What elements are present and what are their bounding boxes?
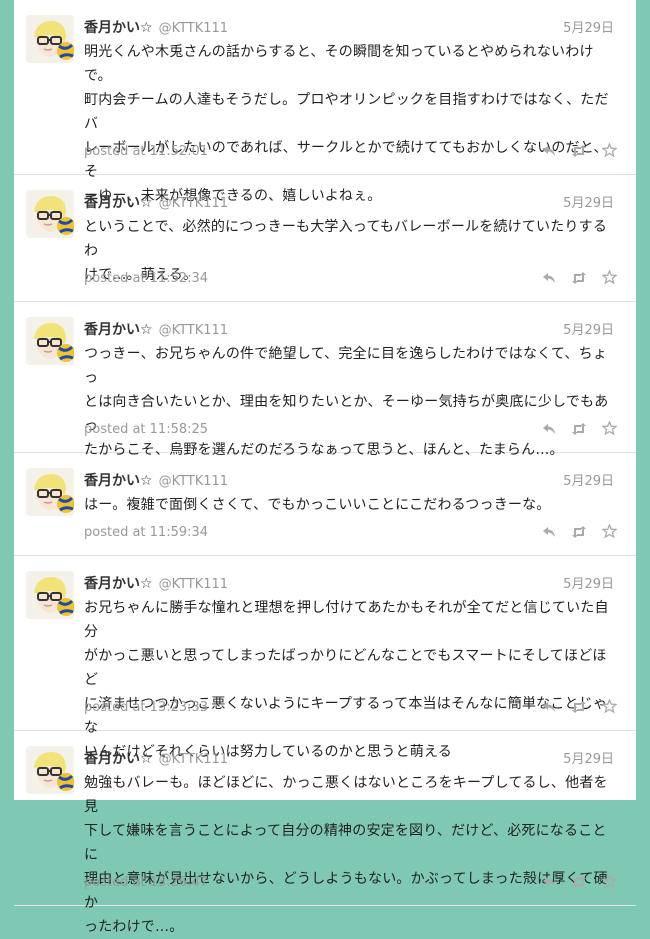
user-name[interactable]: 香月かい☆ @KTTK111	[84, 192, 228, 212]
posted-time: posted at 13:26:47	[84, 875, 209, 890]
tweet-actions	[540, 269, 618, 288]
tweet-text-line: 明光くんや木兎さんの話からすると、その瞬間を知っているとやめられないわけで。	[84, 44, 594, 84]
display-name[interactable]: 香月かい☆	[84, 751, 153, 767]
retweet-icon[interactable]	[570, 270, 588, 288]
reply-icon[interactable]	[540, 699, 558, 717]
star-icon[interactable]	[600, 269, 618, 288]
display-name[interactable]: 香月かい☆	[84, 322, 153, 338]
avatar-image	[26, 190, 74, 238]
reply-icon[interactable]	[540, 270, 558, 288]
display-name[interactable]: 香月かい☆	[84, 576, 153, 592]
tweet-text-line: がかっこ悪いと思ってしまったばっかりにどんなことでもスマートにそしてほどほど	[84, 648, 607, 688]
user-name[interactable]: 香月かい☆ @KTTK111	[84, 319, 228, 339]
tweet-text-line: 下して嫌味を言うことによって自分の精神の安定を図り、だけど、必死になることに	[84, 823, 607, 863]
avatar-image	[26, 746, 74, 794]
avatar[interactable]	[26, 190, 74, 238]
tweet: 香月かい☆ @KTTK111 5月29日 はー。複雑で面倒くさくて、でもかっこいい…	[14, 453, 636, 556]
tweet-text: つっきー、お兄ちゃんの件で絶望して、完全に目を逸らしたわけではなくて、ちょっ とは…	[84, 342, 620, 462]
reply-icon[interactable]	[540, 524, 558, 542]
tweet-date[interactable]: 5月29日	[563, 319, 614, 338]
tweet-text-line: 勉強もバレーも。ほどほどに、かっこ悪くはないところをキープしてるし、他者を見	[84, 775, 608, 815]
star-icon[interactable]	[600, 523, 618, 542]
star-icon[interactable]	[600, 142, 618, 161]
avatar-image	[26, 317, 74, 365]
tweet-date[interactable]: 5月29日	[563, 573, 614, 592]
posted-time: posted at 11:58:25	[84, 422, 209, 437]
retweet-icon[interactable]	[570, 874, 588, 892]
retweet-icon[interactable]	[570, 524, 588, 542]
tweet-actions	[540, 523, 618, 542]
tweet-text-line: 町内会チームの人達もそうだし。プロやオリンピックを目指すわけではなく、ただバ	[84, 92, 609, 132]
avatar[interactable]	[26, 571, 74, 619]
user-handle[interactable]: @KTTK111	[159, 752, 229, 767]
posted-time: posted at 11:52:01	[84, 144, 209, 159]
tweet: 香月かい☆ @KTTK111 5月29日 明光くんや木兎さんの話からすると、その瞬…	[14, 0, 636, 204]
user-handle[interactable]: @KTTK111	[159, 323, 229, 338]
retweet-icon[interactable]	[570, 143, 588, 161]
avatar-image	[26, 15, 74, 63]
user-handle[interactable]: @KTTK111	[159, 21, 229, 36]
display-name[interactable]: 香月かい☆	[84, 20, 153, 36]
tweet-text-line: ったわけで…。	[84, 919, 184, 935]
display-name[interactable]: 香月かい☆	[84, 473, 153, 489]
display-name[interactable]: 香月かい☆	[84, 195, 153, 211]
avatar[interactable]	[26, 15, 74, 63]
avatar[interactable]	[26, 317, 74, 365]
tweet-text-line: はー。複雑で面倒くさくて、でもかっこいいことにこだわるつっきーな。	[84, 497, 551, 513]
tweet-text: はー。複雑で面倒くさくて、でもかっこいいことにこだわるつっきーな。	[84, 493, 620, 517]
user-name[interactable]: 香月かい☆ @KTTK111	[84, 748, 228, 768]
avatar[interactable]	[26, 468, 74, 516]
retweet-icon[interactable]	[570, 421, 588, 439]
reply-icon[interactable]	[540, 421, 558, 439]
retweet-icon[interactable]	[570, 699, 588, 717]
tweet-date[interactable]: 5月29日	[563, 192, 614, 211]
avatar-image	[26, 468, 74, 516]
reply-icon[interactable]	[540, 874, 558, 892]
tweet-actions	[540, 698, 618, 717]
tweet: 香月かい☆ @KTTK111 5月29日 お兄ちゃんに勝手な憧れと理想を押し付けて…	[14, 556, 636, 760]
tweet: 香月かい☆ @KTTK111 5月29日 ということで、必然的につっきーも大学入っ…	[14, 175, 636, 302]
tweet-text-line: ということで、必然的につっきーも大学入ってもバレーボールを続けていたりするわ	[84, 219, 608, 259]
tweet-date[interactable]: 5月29日	[563, 17, 614, 36]
star-icon[interactable]	[600, 698, 618, 717]
star-icon[interactable]	[600, 873, 618, 892]
posted-time: posted at 11:59:34	[84, 525, 209, 540]
user-name[interactable]: 香月かい☆ @KTTK111	[84, 17, 228, 37]
posted-time: posted at 13:23:33	[84, 700, 209, 715]
tweet-text-line: つっきー、お兄ちゃんの件で絶望して、完全に目を逸らしたわけではなくて、ちょっ	[84, 346, 608, 386]
tweet-date[interactable]: 5月29日	[563, 470, 614, 489]
reply-icon[interactable]	[540, 143, 558, 161]
tweet-text: 勉強もバレーも。ほどほどに、かっこ悪くはないところをキープしてるし、他者を見 下し…	[84, 771, 620, 939]
star-icon[interactable]	[600, 420, 618, 439]
user-handle[interactable]: @KTTK111	[159, 577, 229, 592]
tweet: 香月かい☆ @KTTK111 5月29日 つっきー、お兄ちゃんの件で絶望して、完全…	[14, 302, 636, 458]
tweet-actions	[540, 420, 618, 439]
user-handle[interactable]: @KTTK111	[159, 196, 229, 211]
tweet-actions	[540, 142, 618, 161]
timeline: 香月かい☆ @KTTK111 5月29日 明光くんや木兎さんの話からすると、その瞬…	[14, 0, 636, 935]
user-handle[interactable]: @KTTK111	[159, 474, 229, 489]
user-name[interactable]: 香月かい☆ @KTTK111	[84, 573, 228, 593]
posted-time: posted at 11:52:34	[84, 271, 209, 286]
tweet-text-line: お兄ちゃんに勝手な憧れと理想を押し付けてあたかもそれが全てだと信じていた自分	[84, 600, 609, 640]
user-name[interactable]: 香月かい☆ @KTTK111	[84, 470, 228, 490]
tweet-date[interactable]: 5月29日	[563, 748, 614, 767]
avatar-image	[26, 571, 74, 619]
tweet-actions	[540, 873, 618, 892]
avatar[interactable]	[26, 746, 74, 794]
tweet: 香月かい☆ @KTTK111 5月29日 勉強もバレーも。ほどほどに、かっこ悪くは…	[14, 731, 636, 935]
